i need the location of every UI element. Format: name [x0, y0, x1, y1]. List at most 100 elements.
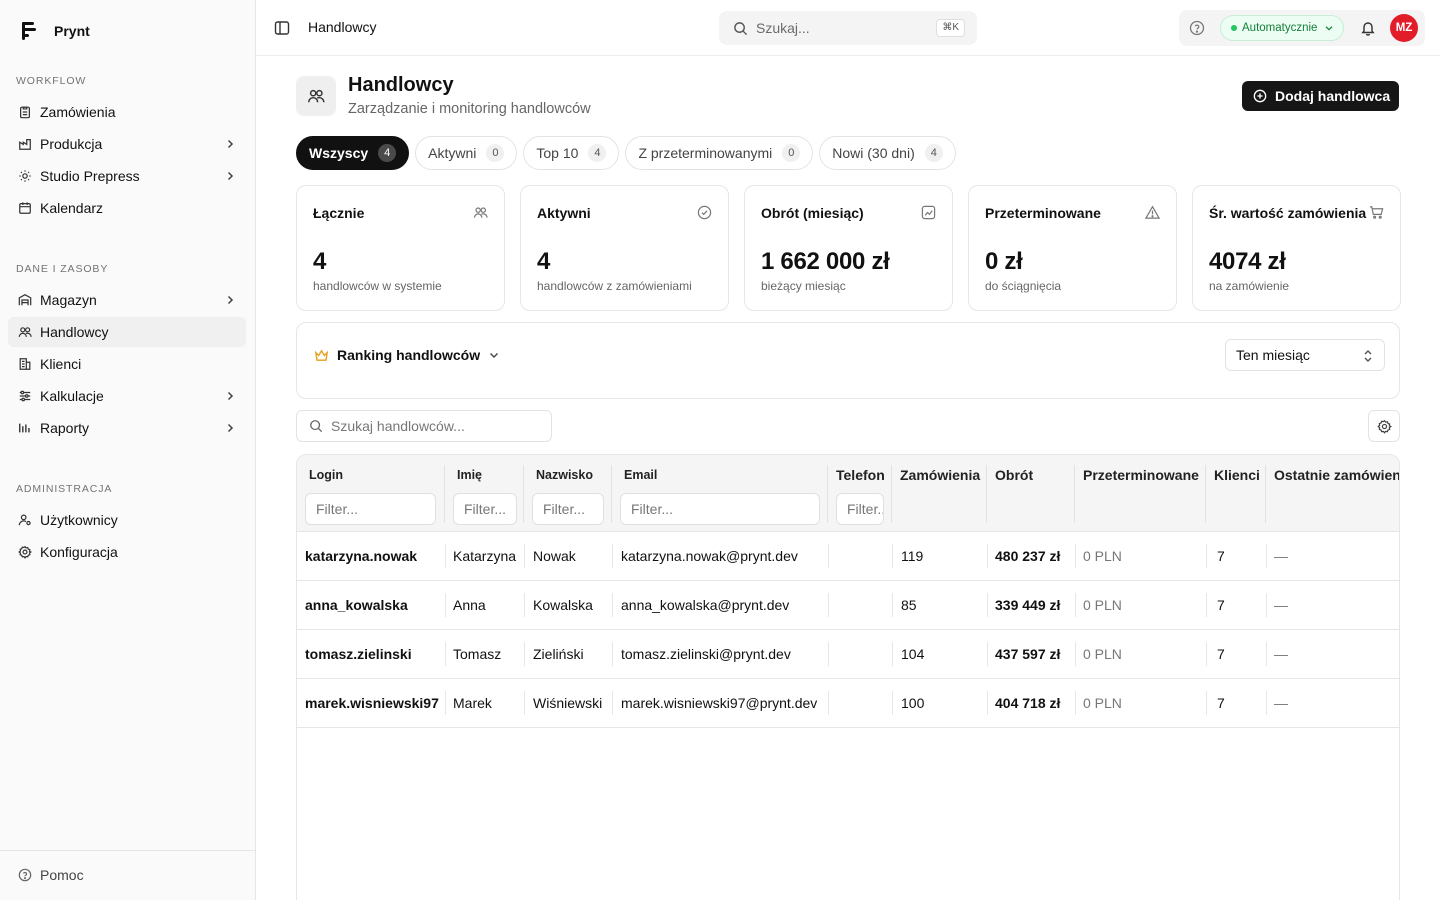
gear-icon: [1376, 419, 1392, 434]
table-row[interactable]: katarzyna.nowak Katarzyna Nowak katarzyn…: [297, 532, 1399, 581]
sidebar-item-magazyn[interactable]: Magazyn: [8, 285, 246, 315]
cell-divider: [1206, 642, 1207, 666]
sidebar-item-label: Zamówienia: [40, 104, 116, 120]
cell-phone: [837, 679, 889, 727]
cell-first-name: Tomasz: [453, 646, 502, 662]
cell-divider: [612, 593, 613, 617]
col-label: Przeterminowane: [1083, 467, 1199, 483]
status-label: Automatycznie: [1242, 22, 1318, 34]
tab-label: Aktywni: [428, 145, 477, 161]
cell-divider: [1075, 544, 1076, 568]
tab-wszyscy[interactable]: Wszyscy 4: [296, 136, 410, 170]
sidebar-footer: Pomoc: [0, 850, 255, 900]
app-logo[interactable]: Prynt: [22, 22, 90, 40]
cell-revenue: 480 237 zł: [995, 548, 1061, 564]
bell-icon[interactable]: [1360, 20, 1376, 36]
col-overdue[interactable]: Przeterminowane: [1075, 455, 1206, 532]
stat-desc: bieżący miesiąc: [761, 279, 846, 293]
tab-count: 4: [924, 144, 943, 162]
col-login[interactable]: Login: [297, 455, 445, 532]
tab-z-przeterminowanymi[interactable]: Z przeterminowanymi 0: [625, 136, 814, 170]
cell-last-order: —: [1274, 597, 1288, 613]
cell-divider: [828, 593, 829, 617]
cell-divider: [524, 593, 525, 617]
cell-divider: [987, 544, 988, 568]
sidebar-item-studio-prepress[interactable]: Studio Prepress: [8, 161, 246, 191]
sidebar-item-label: Handlowcy: [40, 324, 109, 340]
salesperson-search[interactable]: Szukaj handlowców...: [296, 410, 552, 442]
sidebar-item-kalkulacje[interactable]: Kalkulacje: [8, 381, 246, 411]
period-value: Ten miesiąc: [1236, 347, 1310, 363]
filter-first-name[interactable]: [453, 493, 517, 525]
stat-title: Łącznie: [313, 205, 365, 221]
filter-email[interactable]: [620, 493, 820, 525]
filter-phone[interactable]: [836, 493, 884, 525]
sidebar-item-uzytkownicy[interactable]: Użytkownicy: [8, 505, 246, 535]
sidebar-toggle-icon[interactable]: [274, 20, 290, 36]
sidebar-item-konfiguracja[interactable]: Konfiguracja: [8, 537, 246, 567]
table-settings-button[interactable]: [1368, 410, 1400, 442]
cell-divider: [892, 642, 893, 666]
stat-title: Śr. wartość zamówienia: [1209, 205, 1367, 221]
trending-chart-icon: [921, 205, 936, 220]
cell-email: marek.wisniewski97@prynt.dev: [621, 695, 818, 711]
col-label: Ostatnie zamówienie: [1274, 467, 1400, 483]
cell-overdue: 0 PLN: [1083, 646, 1122, 662]
cell-last-order: —: [1274, 548, 1288, 564]
col-first-name[interactable]: Imię: [445, 455, 524, 532]
chevron-right-icon: [227, 139, 234, 149]
users-icon: [473, 207, 488, 218]
col-label: Login: [309, 468, 344, 482]
topbar-actions: Automatycznie MZ: [1179, 10, 1425, 46]
col-phone[interactable]: Telefon: [828, 455, 892, 532]
cell-login: anna_kowalska: [305, 597, 408, 613]
period-select[interactable]: Ten miesiąc: [1225, 339, 1385, 371]
stat-cards: Łącznie 4 handlowców w systemie Aktywni …: [296, 185, 1401, 311]
sidebar-item-produkcja[interactable]: Produkcja: [8, 129, 246, 159]
tab-aktywni[interactable]: Aktywni 0: [415, 136, 518, 170]
col-last-order[interactable]: Ostatnie zamówienie: [1266, 455, 1400, 532]
users-icon: [307, 89, 325, 103]
app-name: Prynt: [54, 23, 90, 39]
col-last-name[interactable]: Nazwisko: [524, 455, 612, 532]
filter-login[interactable]: [305, 493, 436, 525]
breadcrumb: Handlowcy: [308, 19, 377, 35]
cell-divider: [524, 544, 525, 568]
filter-last-name[interactable]: [532, 493, 604, 525]
cell-divider: [828, 544, 829, 568]
sidebar-item-zamowienia[interactable]: Zamówienia: [8, 97, 246, 127]
crown-icon: [314, 348, 329, 361]
sidebar-item-kalendarz[interactable]: Kalendarz: [8, 193, 246, 223]
table-row[interactable]: marek.wisniewski97 Marek Wiśniewski mare…: [297, 679, 1399, 728]
cell-divider: [987, 642, 988, 666]
table-row[interactable]: tomasz.zielinski Tomasz Zieliński tomasz…: [297, 630, 1399, 679]
topbar: Handlowcy Szukaj... ⌘K Automatycznie MZ: [256, 0, 1440, 56]
cell-clients: 7: [1217, 646, 1225, 662]
add-salesperson-button[interactable]: Dodaj handlowca: [1242, 81, 1399, 111]
global-search[interactable]: Szukaj... ⌘K: [719, 11, 977, 45]
stat-title: Przeterminowane: [985, 205, 1101, 221]
sidebar-item-handlowcy[interactable]: Handlowcy: [8, 317, 246, 347]
prynt-logo-icon: [22, 22, 36, 40]
status-selector[interactable]: Automatycznie: [1220, 15, 1344, 41]
sidebar-item-klienci[interactable]: Klienci: [8, 349, 246, 379]
ranking-toggle[interactable]: Ranking handlowców: [314, 347, 500, 363]
table-row[interactable]: anna_kowalska Anna Kowalska anna_kowalsk…: [297, 581, 1399, 630]
cell-divider: [1206, 691, 1207, 715]
tab-nowi[interactable]: Nowi (30 dni) 4: [819, 136, 956, 170]
tab-top-10[interactable]: Top 10 4: [523, 136, 620, 170]
cell-last-name: Nowak: [533, 548, 576, 564]
building-icon: [19, 358, 31, 370]
avatar[interactable]: MZ: [1390, 14, 1418, 42]
cell-last-name: Kowalska: [533, 597, 593, 613]
stat-value: 0 zł: [985, 248, 1023, 275]
sidebar-item-raporty[interactable]: Raporty: [8, 413, 246, 443]
cell-divider: [1075, 642, 1076, 666]
col-revenue[interactable]: Obrót: [987, 455, 1075, 532]
nav-section-title: ADMINISTRACJA: [16, 483, 113, 495]
col-email[interactable]: Email: [612, 455, 828, 532]
help-link[interactable]: Pomoc: [18, 867, 84, 883]
help-circle-icon[interactable]: [1189, 20, 1205, 36]
col-orders[interactable]: Zamówienia: [892, 455, 987, 532]
col-clients[interactable]: Klienci: [1206, 455, 1266, 532]
